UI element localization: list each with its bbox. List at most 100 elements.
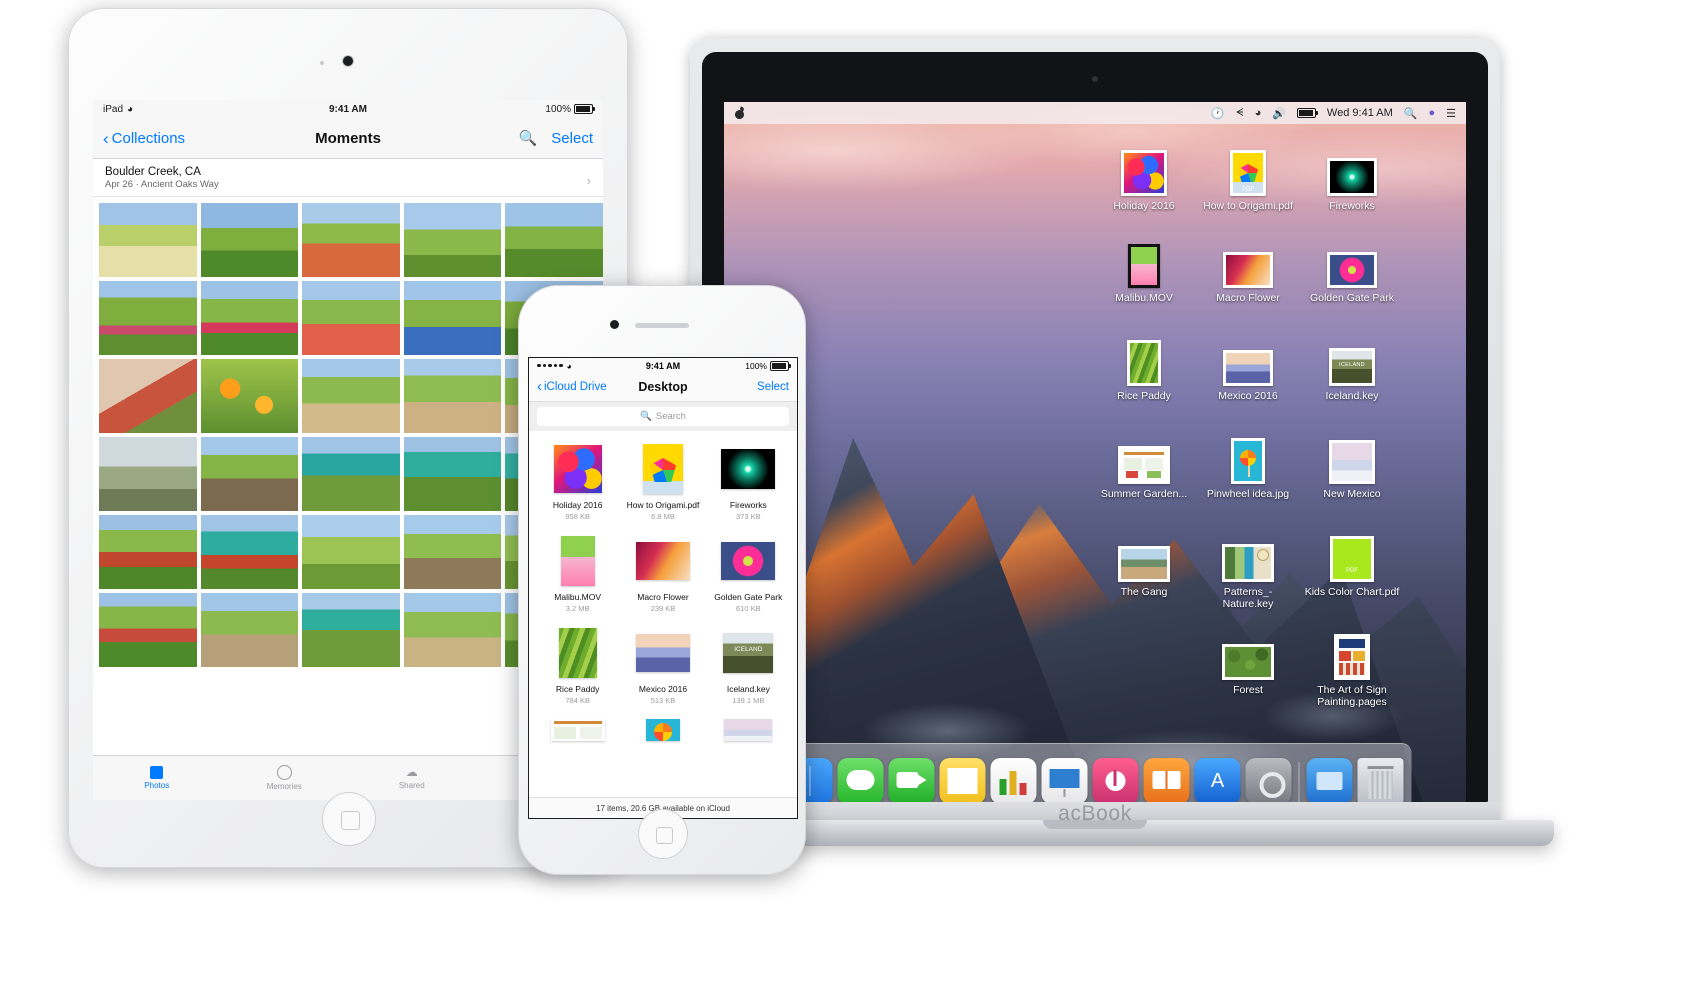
- desktop-icon-patterns-nature-key[interactable]: Patterns_-Nature.key: [1200, 524, 1296, 610]
- select-button[interactable]: Select: [757, 381, 789, 393]
- desktop-icon-macro-flower[interactable]: Macro Flower: [1200, 230, 1296, 304]
- photo-thumbnail[interactable]: [200, 437, 299, 511]
- photo-thumbnail[interactable]: [403, 359, 502, 433]
- photo-thumbnail[interactable]: [200, 203, 299, 277]
- photo-thumbnail[interactable]: [403, 437, 502, 511]
- siri-icon[interactable]: ●: [1428, 107, 1435, 119]
- volume-icon[interactable]: 🔊: [1272, 107, 1286, 120]
- menu-bar-clock[interactable]: Wed 9:41 AM: [1327, 107, 1393, 119]
- photo-thumbnail[interactable]: [505, 203, 603, 277]
- photo-thumbnail[interactable]: [99, 203, 197, 277]
- file-name: Rice Paddy: [555, 684, 600, 694]
- dock-app-ibooks[interactable]: [1143, 758, 1190, 804]
- photo-thumbnail[interactable]: [302, 203, 400, 277]
- dock-app-system-preferences[interactable]: [1245, 758, 1292, 804]
- file-thumbnail: PDF: [1230, 150, 1266, 196]
- photo-thumbnail[interactable]: [99, 515, 197, 589]
- desktop-icon-mexico-2016[interactable]: Mexico 2016: [1200, 328, 1296, 402]
- photo-thumbnail[interactable]: [302, 515, 400, 589]
- photo-thumbnail[interactable]: [99, 359, 197, 433]
- dock-app-messages[interactable]: [837, 758, 884, 804]
- desktop-icon-golden-gate-park[interactable]: Golden Gate Park: [1304, 230, 1400, 304]
- desktop-icon-summer-garden[interactable]: Summer Garden...: [1096, 426, 1192, 500]
- file-item-how-to-origami[interactable]: How to Origami.pdf 6.8 MB: [620, 439, 705, 529]
- photo-thumbnail[interactable]: [302, 437, 400, 511]
- file-item-pinwheel-idea[interactable]: [620, 715, 705, 749]
- back-to-collections-button[interactable]: ‹ Collections: [103, 130, 185, 147]
- macos-desktop-screen[interactable]: 🕐 ᗕ ◕ 🔊 Wed 9:41 AM 🔍 ● ☰ Holiday 2016 P…: [724, 102, 1466, 806]
- desktop-icon-iceland-key[interactable]: ICELAND Iceland.key: [1304, 328, 1400, 402]
- battery-icon[interactable]: [1296, 108, 1318, 118]
- dock-app-numbers[interactable]: [990, 758, 1037, 804]
- desktop-icon-the-art-of-sign-painting[interactable]: The Art of Sign Painting.pages: [1304, 622, 1400, 708]
- time-machine-icon[interactable]: 🕐: [1211, 107, 1225, 120]
- photo-thumbnail[interactable]: [302, 359, 400, 433]
- file-item-mexico-2016[interactable]: Mexico 2016 513 KB: [620, 623, 705, 713]
- iphone-screen[interactable]: ◕ 9:41 AM 100% ‹ iCloud Drive Desktop Se…: [528, 357, 798, 819]
- photo-thumbnail[interactable]: [403, 515, 502, 589]
- macos-dock[interactable]: A: [778, 743, 1412, 806]
- file-item-golden-gate-park[interactable]: Golden Gate Park 610 KB: [706, 531, 791, 621]
- tab-shared[interactable]: ☁ Shared: [348, 756, 476, 800]
- desktop-icon-new-mexico[interactable]: New Mexico: [1304, 426, 1400, 500]
- desktop-icon-fireworks[interactable]: Fireworks: [1304, 138, 1400, 212]
- file-size: 610 KB: [736, 604, 761, 613]
- file-item-macro-flower[interactable]: Macro Flower 239 KB: [620, 531, 705, 621]
- photo-thumbnail[interactable]: [200, 593, 299, 667]
- dock-app-app-store[interactable]: A: [1194, 758, 1241, 804]
- file-item-holiday-2016[interactable]: Holiday 2016 958 KB: [535, 439, 620, 529]
- tab-photos[interactable]: Photos: [93, 756, 221, 800]
- desktop-icon-how-to-origami[interactable]: PDF How to Origami.pdf: [1200, 138, 1296, 212]
- battery-icon: [770, 360, 791, 371]
- desktop-icon-rice-paddy[interactable]: Rice Paddy: [1096, 328, 1192, 402]
- photo-thumbnail[interactable]: [302, 593, 400, 667]
- photo-thumbnail[interactable]: [403, 593, 502, 667]
- photo-thumbnail[interactable]: [200, 515, 299, 589]
- search-icon[interactable]: 🔍: [519, 129, 538, 147]
- ipad-home-button[interactable]: [322, 792, 376, 846]
- tab-memories[interactable]: Memories: [221, 756, 349, 800]
- desktop-icon-forest[interactable]: Forest: [1200, 622, 1296, 696]
- search-input[interactable]: 🔍 Search: [537, 407, 789, 426]
- file-item-fireworks[interactable]: Fireworks 373 KB: [706, 439, 791, 529]
- chevron-right-icon[interactable]: ›: [587, 173, 591, 188]
- dock-app-trash[interactable]: [1357, 758, 1404, 804]
- bluetooth-icon[interactable]: ᗕ: [1236, 107, 1244, 120]
- photo-thumbnail[interactable]: [302, 281, 400, 355]
- file-item-new-mexico[interactable]: [706, 715, 791, 749]
- select-button[interactable]: Select: [551, 130, 593, 147]
- photo-thumbnail[interactable]: [403, 203, 502, 277]
- photo-thumbnail[interactable]: [403, 281, 502, 355]
- file-item-malibu-mov[interactable]: Malibu.MOV 3.2 MB: [535, 531, 620, 621]
- desktop-icon-kids-color-chart[interactable]: PDF Kids Color Chart.pdf: [1304, 524, 1400, 598]
- desktop-icon-pinwheel-idea[interactable]: Pinwheel idea.jpg: [1200, 426, 1296, 500]
- dock-app-keynote[interactable]: [1041, 758, 1088, 804]
- apple-menu-icon[interactable]: [734, 107, 745, 120]
- file-item-iceland-key[interactable]: ICELAND Iceland.key 139.1 MB: [706, 623, 791, 713]
- iphone-home-button[interactable]: [638, 809, 688, 859]
- photo-thumbnail[interactable]: [99, 593, 197, 667]
- desktop-icon-malibu-mov[interactable]: Malibu.MOV: [1096, 230, 1192, 304]
- spotlight-search-icon[interactable]: 🔍: [1404, 107, 1418, 120]
- dock-app-notes[interactable]: [939, 758, 986, 804]
- desktop-icon-holiday-2016[interactable]: Holiday 2016: [1096, 138, 1192, 212]
- file-item-summer-garden[interactable]: [535, 715, 620, 749]
- photo-thumbnail[interactable]: [99, 437, 197, 511]
- back-to-icloud-drive-button[interactable]: ‹ iCloud Drive: [537, 379, 607, 394]
- file-thumbnail: [1329, 440, 1375, 484]
- file-item-rice-paddy[interactable]: Rice Paddy 784 KB: [535, 623, 620, 713]
- wifi-icon[interactable]: ◕: [1255, 107, 1262, 119]
- file-thumbnail: [560, 536, 595, 586]
- file-thumbnail: [635, 634, 690, 672]
- file-thumbnail: [642, 444, 683, 494]
- desktop-icon-the-gang[interactable]: The Gang: [1096, 524, 1192, 598]
- moment-header[interactable]: Boulder Creek, CA Apr 26 · Ancient Oaks …: [93, 159, 603, 197]
- photo-thumbnail[interactable]: [200, 281, 299, 355]
- photo-thumbnail[interactable]: [99, 281, 197, 355]
- photo-thumbnail[interactable]: [200, 359, 299, 433]
- dock-app-facetime[interactable]: [888, 758, 935, 804]
- dock-app-downloads[interactable]: [1306, 758, 1353, 804]
- dock-app-itunes[interactable]: [1092, 758, 1139, 804]
- macos-menu-bar[interactable]: 🕐 ᗕ ◕ 🔊 Wed 9:41 AM 🔍 ● ☰: [724, 102, 1466, 124]
- notification-center-icon[interactable]: ☰: [1446, 107, 1456, 120]
